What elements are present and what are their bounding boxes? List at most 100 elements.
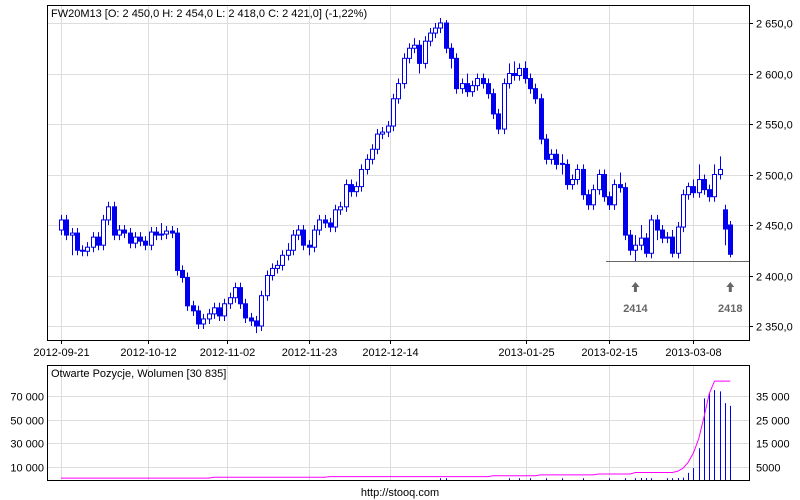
- candle: [259, 290, 264, 332]
- candle: [344, 179, 349, 212]
- candle-body-down: [496, 113, 501, 130]
- candle-body-down: [323, 219, 328, 224]
- candle: [633, 235, 638, 262]
- candle: [128, 228, 133, 249]
- candle: [180, 265, 185, 283]
- candle: [296, 225, 301, 241]
- candle-body-up: [359, 168, 364, 188]
- candle: [723, 204, 728, 246]
- candle-body-up: [681, 194, 686, 228]
- left-tick-label: 70 000: [10, 392, 44, 404]
- candle: [586, 189, 591, 210]
- candle-body-down: [238, 287, 243, 305]
- candle-body-down: [80, 249, 85, 252]
- candle: [402, 53, 407, 89]
- x-tick-label: 2012-10-12: [120, 347, 176, 359]
- candle: [70, 228, 75, 256]
- candle: [275, 260, 280, 274]
- arrow-up-icon: [726, 282, 735, 292]
- candle-body-down: [512, 73, 517, 77]
- candle: [254, 315, 259, 334]
- candle-body-up: [117, 229, 122, 236]
- candle: [112, 201, 117, 241]
- candle: [191, 300, 196, 316]
- candle-body-down: [565, 163, 570, 186]
- candle: [386, 120, 391, 138]
- candle-body-down: [628, 234, 633, 251]
- candle-body-up: [470, 85, 475, 93]
- candle-body-up: [665, 236, 670, 239]
- candle-body-down: [112, 206, 117, 236]
- candle: [707, 184, 712, 202]
- candle: [170, 226, 175, 239]
- candle-body-down: [486, 83, 491, 95]
- candle: [222, 298, 227, 321]
- candle: [623, 182, 628, 241]
- candle-body-up: [718, 168, 723, 175]
- candle-body-up: [317, 219, 322, 231]
- candle: [539, 93, 544, 145]
- candle-body-down: [491, 93, 496, 115]
- candle-body-down: [523, 67, 528, 80]
- candle-body-up: [365, 158, 370, 170]
- candle-body-down: [249, 317, 254, 322]
- candle: [328, 217, 333, 233]
- candle: [75, 228, 80, 256]
- candle: [681, 189, 686, 233]
- candle: [286, 243, 291, 261]
- candle-body-down: [644, 237, 649, 254]
- candle-body-down: [191, 305, 196, 312]
- price-grid: [48, 6, 749, 340]
- candle: [665, 232, 670, 244]
- volume-bars: [440, 390, 731, 480]
- candle: [428, 28, 433, 47]
- right-tick-label: 5000: [756, 463, 780, 475]
- volume-panel-title: Otwarte Pozycje, Wolumen [30 835]: [51, 368, 226, 380]
- candle-body-up: [354, 186, 359, 193]
- candle-body-down: [154, 231, 159, 236]
- candle-body-up: [159, 233, 164, 236]
- candle-body-up: [201, 318, 206, 325]
- y-tick-label: 2 600,0: [756, 70, 793, 82]
- candle: [323, 214, 328, 229]
- candle-body-up: [286, 249, 291, 256]
- candle-body-up: [612, 184, 617, 206]
- volume-panel-frame: [47, 365, 750, 481]
- candle-body-up: [428, 32, 433, 42]
- candle: [639, 225, 644, 251]
- x-tick-label: 2012-11-23: [282, 347, 337, 359]
- candle-body-down: [454, 57, 459, 90]
- candle-body-up: [396, 83, 401, 100]
- candle: [91, 232, 96, 253]
- candle-body-up: [233, 287, 238, 299]
- candle: [238, 282, 243, 309]
- candle: [460, 78, 465, 94]
- candle-body-up: [259, 295, 264, 327]
- candle: [122, 225, 127, 239]
- price-panel-frame: [47, 5, 750, 341]
- candle-body-up: [275, 264, 280, 269]
- candle: [697, 164, 702, 198]
- candle-body-down: [660, 229, 665, 239]
- footer-link[interactable]: http://stooq.com: [361, 487, 439, 499]
- y-tick-label: 2 650,0: [756, 19, 793, 31]
- candle-body-down: [670, 236, 675, 254]
- candle: [391, 93, 396, 132]
- candle-body-up: [386, 125, 391, 133]
- candle: [454, 53, 459, 94]
- candle: [549, 149, 554, 165]
- candle: [449, 43, 454, 69]
- candle: [64, 214, 69, 241]
- candle-body-up: [291, 234, 296, 251]
- candle: [575, 164, 580, 185]
- candle: [359, 164, 364, 192]
- y-tick-label: 2 550,0: [756, 120, 793, 132]
- candle-body-up: [649, 219, 654, 254]
- candle-body-up: [370, 148, 375, 160]
- candle-body-down: [444, 22, 449, 49]
- x-tick-label: 2013-01-25: [498, 347, 554, 359]
- candle: [565, 159, 570, 190]
- candle: [117, 225, 122, 241]
- candle: [196, 305, 201, 330]
- candle-body-down: [175, 232, 180, 271]
